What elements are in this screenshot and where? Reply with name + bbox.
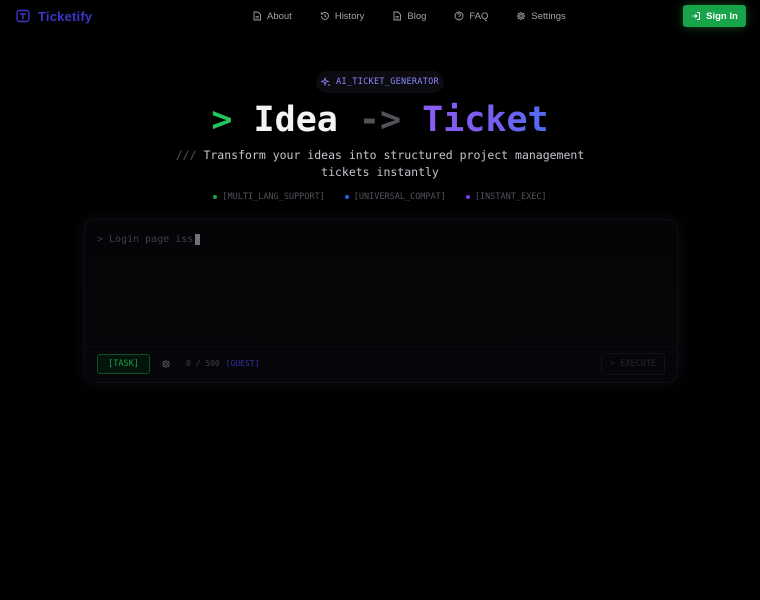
subtitle-text: Transform your ideas into structured pro…: [203, 148, 585, 179]
page: Ticketify About History Blog FAQ Setting…: [0, 0, 760, 600]
idea-input-card: > Login page iss [TASK] 0 / 500 [GUEST] …: [84, 219, 678, 383]
nav-history-label: History: [334, 10, 365, 22]
char-count: 0 / 500: [186, 359, 220, 368]
task-type-button[interactable]: [TASK]: [97, 354, 150, 374]
title-idea: Idea: [253, 100, 338, 140]
nav-blog-label: Blog: [407, 10, 427, 22]
nav-blog[interactable]: Blog: [388, 6, 430, 26]
gear-icon: [161, 359, 171, 369]
status-dot: [213, 195, 218, 199]
sign-in-label: Sign In: [706, 10, 738, 22]
feature-item: [UNIVERSAL_COMPAT]: [344, 192, 446, 202]
feature-label: [MULTI_LANG_SUPPORT]: [222, 192, 325, 202]
user-mode-badge: [GUEST]: [225, 359, 260, 368]
page-subtitle: /// Transform your ideas into structured…: [150, 147, 610, 181]
sign-in-button[interactable]: Sign In: [683, 5, 746, 27]
document-icon: [253, 11, 261, 21]
main-nav: About History Blog FAQ Settings: [248, 6, 590, 26]
page-title: > Idea -> Ticket: [0, 98, 760, 142]
nav-faq-label: FAQ: [469, 10, 489, 22]
feature-list: [MULTI_LANG_SUPPORT] [UNIVERSAL_COMPAT] …: [0, 190, 760, 204]
text-cursor: [195, 234, 201, 245]
char-counter: 0 / 500 [GUEST]: [186, 359, 259, 368]
history-icon: [320, 12, 329, 20]
help-circle-icon: [454, 11, 464, 21]
execute-label: > EXECUTE: [609, 359, 657, 369]
subtitle-prefix: ///: [175, 148, 197, 162]
execute-button[interactable]: > EXECUTE: [601, 353, 665, 375]
feature-item: [MULTI_LANG_SUPPORT]: [213, 192, 325, 202]
document-icon: [393, 11, 402, 21]
ai-generator-badge: AI_TICKET_GENERATOR: [316, 71, 444, 93]
feature-label: [UNIVERSAL_COMPAT]: [353, 192, 446, 202]
nav-history[interactable]: History: [316, 6, 369, 26]
feature-item: [INSTANT_EXEC]: [465, 192, 547, 202]
input-toolbar: [TASK] 0 / 500 [GUEST] > EXECUTE: [85, 346, 677, 382]
logo[interactable]: Ticketify: [16, 7, 92, 25]
header: Ticketify About History Blog FAQ Setting…: [0, 0, 760, 32]
title-prompt: >: [211, 100, 233, 140]
status-dot: [344, 195, 349, 199]
ticket-logo-icon: [16, 9, 30, 23]
nav-about-label: About: [267, 10, 292, 22]
status-dot: [465, 195, 470, 199]
sparkles-icon: [321, 77, 331, 87]
task-type-label: [TASK]: [108, 359, 139, 369]
title-ticket: Ticket: [422, 100, 549, 140]
nav-settings[interactable]: Settings: [512, 6, 569, 26]
idea-input[interactable]: > Login page iss: [97, 234, 201, 245]
nav-settings-label: Settings: [531, 10, 566, 22]
nav-faq[interactable]: FAQ: [450, 6, 492, 26]
nav-about[interactable]: About: [248, 6, 296, 26]
feature-label: [INSTANT_EXEC]: [474, 192, 547, 202]
gear-icon: [517, 11, 526, 21]
options-button[interactable]: [158, 356, 174, 372]
title-arrow: ->: [358, 100, 402, 140]
sign-in-icon: [692, 12, 701, 20]
logo-text: Ticketify: [38, 8, 93, 24]
badge-label: AI_TICKET_GENERATOR: [336, 77, 439, 87]
idea-input-placeholder: > Login page iss: [97, 234, 194, 245]
